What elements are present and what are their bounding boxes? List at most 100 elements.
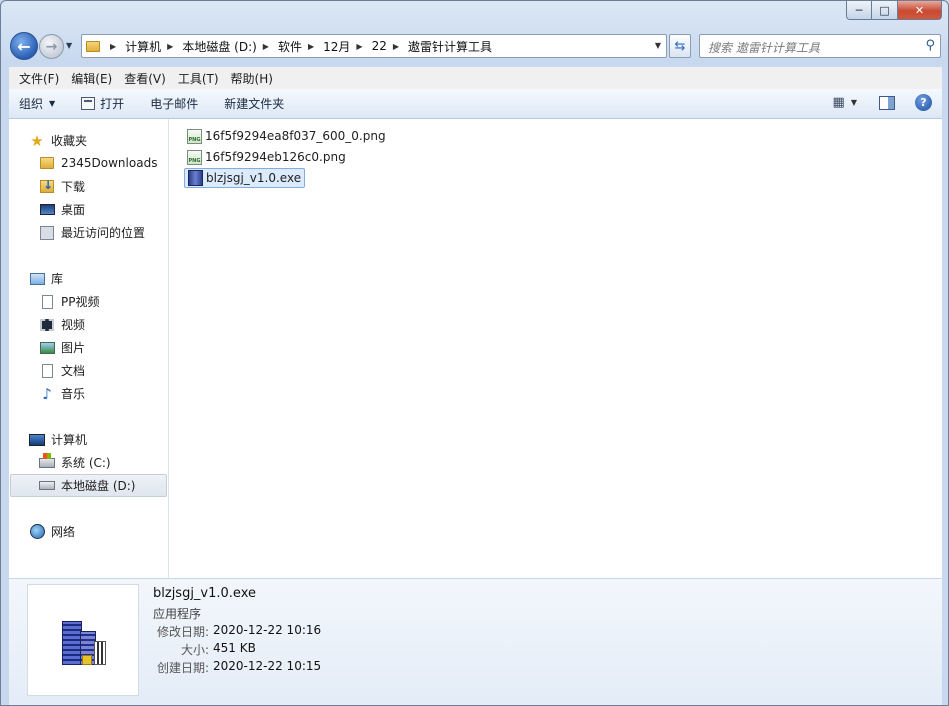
nav-computer[interactable]: 计算机	[29, 431, 87, 448]
nav-drive-c[interactable]: 系统 (C:)	[39, 452, 111, 471]
nav-label: 图片	[61, 341, 86, 355]
created-value[interactable]: 2020-12-22 10:15	[213, 659, 321, 676]
minimize-button[interactable]: ─	[846, 1, 872, 20]
navigation-pane: ★ 收藏夹 2345Downloads 下载 桌面 最近访问的位置 库	[9, 119, 169, 578]
nav-label: 下载	[61, 180, 86, 194]
maximize-button[interactable]: □	[872, 1, 898, 20]
new-folder-button[interactable]: 新建文件夹	[224, 95, 284, 112]
forward-button[interactable]: →	[39, 34, 64, 59]
help-icon[interactable]: ?	[915, 94, 932, 111]
star-icon: ★	[30, 131, 44, 150]
chevron-right-icon[interactable]: ▶	[110, 42, 116, 51]
file-list: PNG 16f5f9294ea8f037_600_0.png PNG 16f5f…	[170, 119, 942, 578]
details-pane: blzjsgj_v1.0.exe 应用程序 修改日期: 2020-12-22 1…	[9, 578, 942, 705]
nav-network[interactable]: 网络	[29, 523, 75, 540]
nav-label: 本地磁盘 (D:)	[61, 479, 136, 493]
menu-edit[interactable]: 编辑(E)	[65, 70, 118, 87]
nav-downloads[interactable]: 下载	[39, 178, 85, 195]
modified-value[interactable]: 2020-12-22 10:16	[213, 623, 321, 640]
menu-bar: 文件(F) 编辑(E) 查看(V) 工具(T) 帮助(H)	[9, 67, 942, 89]
chevron-right-icon[interactable]: ▶	[263, 42, 269, 51]
view-options-icon[interactable]: ▦	[833, 95, 845, 110]
nav-recent-places[interactable]: 最近访问的位置	[39, 224, 145, 241]
music-note-icon: ♪	[42, 384, 52, 403]
breadcrumb: ▶ 计算机 ▶ 本地磁盘 (D:) ▶ 软件 ▶ 12月 ▶ 22 ▶ 遨雷针计…	[104, 38, 492, 55]
address-bar[interactable]: ▶ 计算机 ▶ 本地磁盘 (D:) ▶ 软件 ▶ 12月 ▶ 22 ▶ 遨雷针计…	[81, 34, 667, 58]
file-thumbnail	[27, 584, 139, 696]
menu-file[interactable]: 文件(F)	[13, 70, 65, 87]
breadcrumb-item[interactable]: 本地磁盘 (D:)	[182, 38, 256, 55]
details-created-row: 创建日期: 2020-12-22 10:15	[97, 659, 321, 676]
view-controls: ▦ ▼ ?	[833, 94, 932, 111]
back-button[interactable]: ←	[10, 32, 38, 60]
computer-icon	[29, 432, 45, 448]
breadcrumb-item[interactable]: 22	[372, 39, 387, 53]
nav-label: 视频	[61, 318, 86, 332]
download-folder-icon	[39, 178, 55, 195]
nav-videos[interactable]: 视频	[39, 316, 85, 333]
chevron-down-icon: ▼	[49, 99, 56, 108]
nav-favorites[interactable]: ★ 收藏夹	[29, 131, 87, 150]
nav-label: 网络	[51, 525, 76, 539]
nav-label: PP视频	[61, 295, 100, 309]
organize-label: 组织	[19, 97, 44, 111]
library-icon	[29, 271, 45, 287]
png-file-icon: PNG	[187, 149, 202, 165]
content-area: ★ 收藏夹 2345Downloads 下载 桌面 最近访问的位置 库	[9, 119, 942, 578]
address-dropdown-icon[interactable]: ▼	[655, 41, 661, 50]
menu-help[interactable]: 帮助(H)	[225, 70, 279, 87]
command-bar: 组织 ▼ 打开 电子邮件 新建文件夹 ▦ ▼ ?	[9, 89, 942, 119]
breadcrumb-item[interactable]: 12月	[323, 38, 350, 55]
breadcrumb-item[interactable]: 软件	[278, 38, 302, 55]
email-button[interactable]: 电子邮件	[150, 95, 198, 112]
nav-music[interactable]: ♪ 音乐	[39, 384, 85, 403]
desktop-icon	[39, 202, 55, 218]
drive-icon	[39, 478, 55, 494]
film-icon	[39, 317, 55, 333]
organize-button[interactable]: 组织 ▼	[19, 95, 55, 112]
chevron-right-icon[interactable]: ▶	[167, 42, 173, 51]
preview-pane-icon[interactable]	[879, 95, 895, 110]
breadcrumb-item-current[interactable]: 遨雷针计算工具	[408, 38, 492, 55]
nav-drive-d[interactable]: 本地磁盘 (D:)	[39, 477, 135, 494]
network-icon	[29, 524, 45, 540]
nav-libraries[interactable]: 库	[29, 270, 63, 287]
nav-pictures[interactable]: 图片	[39, 339, 85, 356]
arrow-left-icon: ←	[17, 36, 31, 56]
close-button[interactable]: ✕	[898, 1, 942, 20]
nav-documents[interactable]: 文档	[39, 362, 85, 379]
search-input[interactable]: 搜索 遨雷针计算工具 ⚲	[699, 34, 941, 58]
recent-pages-dropdown[interactable]: ▼	[66, 41, 72, 50]
chevron-right-icon[interactable]: ▶	[308, 42, 314, 51]
breadcrumb-item[interactable]: 计算机	[125, 38, 161, 55]
file-name: blzjsgj_v1.0.exe	[206, 171, 302, 185]
explorer-window: ─ □ ✕ ← → ▼ ▶ 计算机 ▶ 本地磁盘 (D:) ▶ 软件 ▶ 12月…	[0, 0, 949, 706]
nav-desktop[interactable]: 桌面	[39, 201, 85, 218]
open-icon	[81, 97, 96, 110]
nav-label: 计算机	[51, 433, 88, 447]
file-name: 16f5f9294ea8f037_600_0.png	[205, 129, 386, 143]
refresh-icon: ⇆	[674, 38, 686, 54]
document-library-icon	[39, 294, 55, 310]
menu-view[interactable]: 查看(V)	[118, 70, 172, 87]
chevron-right-icon[interactable]: ▶	[356, 42, 362, 51]
folder-icon	[39, 155, 55, 171]
menu-tools[interactable]: 工具(T)	[172, 70, 225, 87]
png-file-icon: PNG	[187, 128, 202, 144]
size-value: 451 KB	[213, 641, 256, 655]
refresh-button[interactable]: ⇆	[669, 34, 691, 58]
list-item[interactable]: PNG 16f5f9294eb126c0.png	[184, 147, 349, 167]
exe-file-icon	[188, 170, 203, 186]
document-icon	[39, 363, 55, 379]
nav-label: 2345Downloads	[61, 156, 158, 170]
nav-2345downloads[interactable]: 2345Downloads	[39, 155, 157, 171]
list-item[interactable]: PNG 16f5f9294ea8f037_600_0.png	[184, 126, 389, 146]
open-button[interactable]: 打开	[81, 95, 124, 112]
nav-pp-video[interactable]: PP视频	[39, 293, 99, 310]
view-dropdown-icon[interactable]: ▼	[851, 98, 857, 107]
nav-label: 系统 (C:)	[61, 456, 111, 470]
list-item-selected[interactable]: blzjsgj_v1.0.exe	[184, 168, 306, 188]
chevron-right-icon[interactable]: ▶	[393, 42, 399, 51]
search-icon[interactable]: ⚲	[925, 38, 935, 53]
modified-label: 修改日期:	[156, 625, 209, 639]
